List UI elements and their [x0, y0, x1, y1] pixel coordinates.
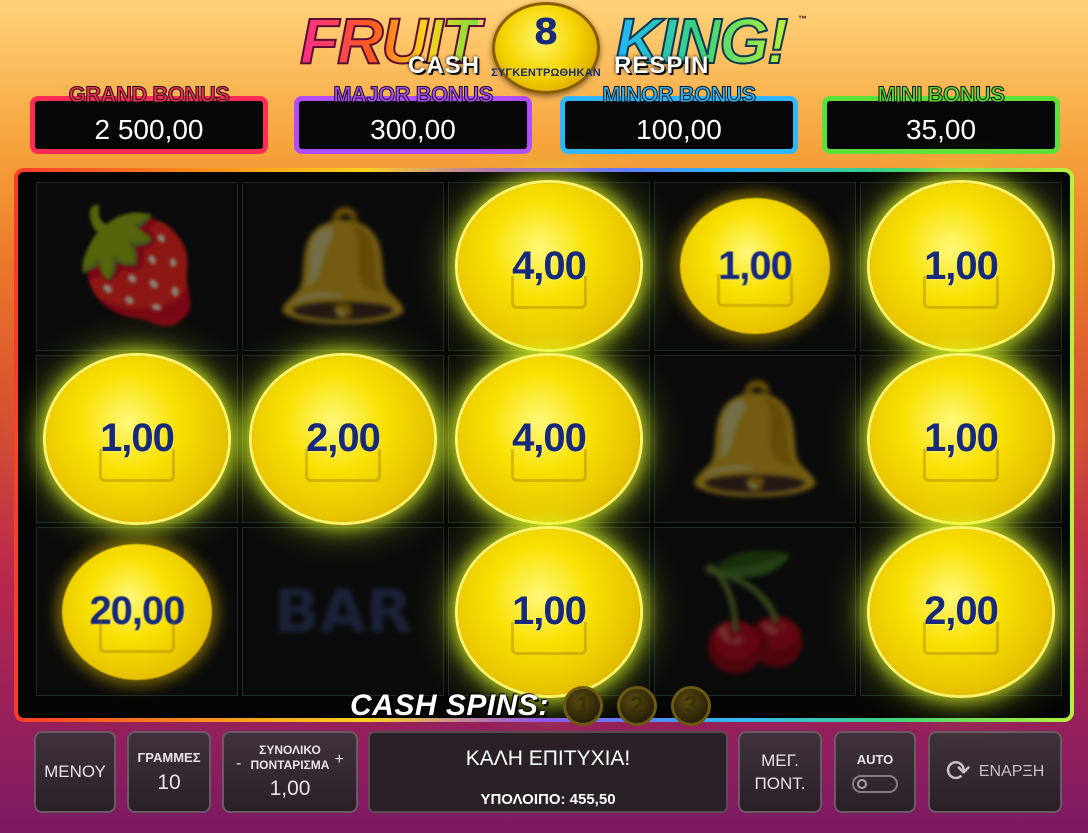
cherries-icon: 🍒 — [686, 549, 824, 673]
reel-cell: BAR — [242, 527, 444, 696]
jackpot-major-label: MAJOR BONUS — [333, 82, 494, 108]
jackpot-grand-value: 2 500,00 — [94, 114, 204, 145]
cash-spin-counter-2: 2 — [616, 686, 657, 726]
reel-cell: 4,00 — [448, 354, 650, 524]
reel-cell: 2,00 — [242, 354, 444, 524]
jackpot-grand: GRAND BONUS 2 500,00 — [30, 80, 268, 156]
crown-icon — [511, 448, 587, 482]
crown-icon — [99, 448, 175, 482]
max-bet-label-line2: ΠΟΝΤ. — [754, 774, 806, 793]
crown-icon — [511, 276, 587, 310]
cash-coin: 1,00 — [680, 198, 830, 335]
cash-coin: 1,00 — [458, 528, 640, 695]
cash-coin: 1,00 — [870, 183, 1052, 350]
auto-toggle[interactable] — [852, 774, 898, 793]
reel-cell: 1,00 — [860, 182, 1062, 351]
total-bet-label-line1: ΣΥΝΟΛΙΚΟ — [259, 743, 321, 757]
jackpot-minor-label: MINOR BONUS — [602, 82, 757, 108]
reel-cell: 🍓 — [36, 182, 238, 351]
cash-spin-counter-3: 3 — [670, 686, 711, 726]
total-bet-control: - + ΣΥΝΟΛΙΚΟ ΠΟΝΤΑΡΙΣΜΑ 1,00 — [222, 731, 358, 813]
start-spin-button[interactable]: ⟳ ΕΝΑΡΞΗ — [928, 731, 1062, 813]
reel-cell: 1,00 — [654, 182, 856, 351]
cash-coin: 2,00 — [252, 355, 434, 522]
jackpot-mini-value: 35,00 — [905, 114, 977, 145]
reel-cell: 🍒 — [654, 527, 856, 696]
cash-coin: 1,00 — [46, 355, 228, 522]
jackpot-minor-value: 100,00 — [636, 114, 722, 145]
jackpot-grand-label: GRAND BONUS — [68, 82, 230, 108]
reel-cell: 4,00 — [448, 182, 650, 351]
bell-icon: 🔔 — [274, 204, 412, 328]
strawberry-icon: 🍓 — [68, 204, 206, 328]
crown-icon — [717, 274, 793, 308]
reel-frame: 🍓 🔔 4,00 1,00 1,00 1,00 2,00 4,00 🔔 1,00 20,00 BAR 1… — [14, 168, 1074, 722]
crown-icon — [99, 619, 175, 653]
crown-icon — [305, 448, 381, 482]
logo-respin-text: RESPIN — [614, 52, 710, 79]
crown-icon — [511, 621, 587, 655]
collected-count: 8 — [533, 12, 559, 53]
cash-coin: 2,00 — [870, 528, 1052, 695]
game-logo: FRUIT CASH KING! RESPIN ™ 8 ΣΥΓΚΕΝΤΡΩΘΗΚ… — [290, 0, 810, 94]
max-bet-button[interactable]: ΜΕΓ. ΠΟΝΤ. — [738, 731, 822, 813]
lines-button[interactable]: ΓΡΑΜΜΕΣ 10 — [127, 731, 211, 813]
balance-readout: ΥΠΟΛΟΙΠΟ: 455,50 — [480, 791, 616, 808]
auto-play-button[interactable]: AUTO — [834, 731, 916, 813]
menu-button[interactable]: ΜΕΝΟΥ — [34, 731, 116, 813]
start-label: ΕΝΑΡΞΗ — [978, 763, 1045, 780]
reel-cell: 1,00 — [448, 527, 650, 696]
logo-cash-text: CASH — [408, 52, 481, 79]
jackpot-minor: MINOR BONUS 100,00 — [560, 80, 798, 156]
cash-spins-label: CASH SPINS: — [350, 689, 549, 722]
crown-icon — [923, 448, 999, 482]
reel-grid: 🍓 🔔 4,00 1,00 1,00 1,00 2,00 4,00 🔔 1,00 20,00 BAR 1… — [36, 182, 1062, 696]
reel-cell: 🔔 — [242, 182, 444, 351]
cash-spin-counter-1: 1 — [562, 686, 603, 726]
jackpot-major-value: 300,00 — [370, 114, 456, 145]
refresh-icon: ⟳ — [945, 755, 971, 788]
max-bet-label-line1: ΜΕΓ. — [761, 751, 799, 770]
crown-icon — [923, 276, 999, 310]
bar-icon: BAR — [273, 576, 413, 647]
reel-cell: 1,00 — [36, 354, 238, 524]
auto-label: AUTO — [856, 751, 894, 767]
total-bet-label-line2: ΠΟΝΤΑΡΙΣΜΑ — [250, 758, 330, 772]
lines-value: 10 — [157, 770, 181, 794]
bet-increase-button[interactable]: + — [335, 751, 344, 769]
reel-cell: 20,00 — [36, 527, 238, 696]
cash-coin: 4,00 — [458, 183, 640, 350]
jackpot-mini-label: MINI BONUS — [877, 82, 1006, 108]
collected-label: ΣΥΓΚΕΝΤΡΩΘΗΚΑΝ — [491, 67, 601, 79]
crown-icon — [923, 621, 999, 655]
bet-decrease-button[interactable]: - — [236, 755, 241, 773]
total-bet-value: 1,00 — [269, 777, 311, 800]
reel-cell: 1,00 — [860, 354, 1062, 524]
jackpot-mini: MINI BONUS 35,00 — [822, 80, 1060, 156]
message-display: ΚΑΛΗ ΕΠΙΤΥΧΙΑ! ΥΠΟΛΟΙΠΟ: 455,50 — [368, 731, 728, 813]
toggle-knob-icon — [857, 778, 867, 789]
bell-icon: 🔔 — [686, 376, 824, 500]
logo-trademark: ™ — [798, 14, 807, 24]
menu-button-label: ΜΕΝΟΥ — [44, 762, 106, 781]
jackpot-major: MAJOR BONUS 300,00 — [294, 80, 532, 156]
reel-cell: 🔔 — [654, 354, 856, 524]
reel-cell: 2,00 — [860, 527, 1062, 696]
good-luck-message: ΚΑΛΗ ΕΠΙΤΥΧΙΑ! — [465, 747, 631, 770]
cash-coin: 4,00 — [458, 355, 640, 522]
cash-coin: 20,00 — [62, 543, 212, 680]
cash-spins-indicator: CASH SPINS: 1 2 3 — [350, 684, 711, 728]
cash-coin: 1,00 — [870, 355, 1052, 522]
lines-label: ΓΡΑΜΜΕΣ — [137, 749, 201, 765]
